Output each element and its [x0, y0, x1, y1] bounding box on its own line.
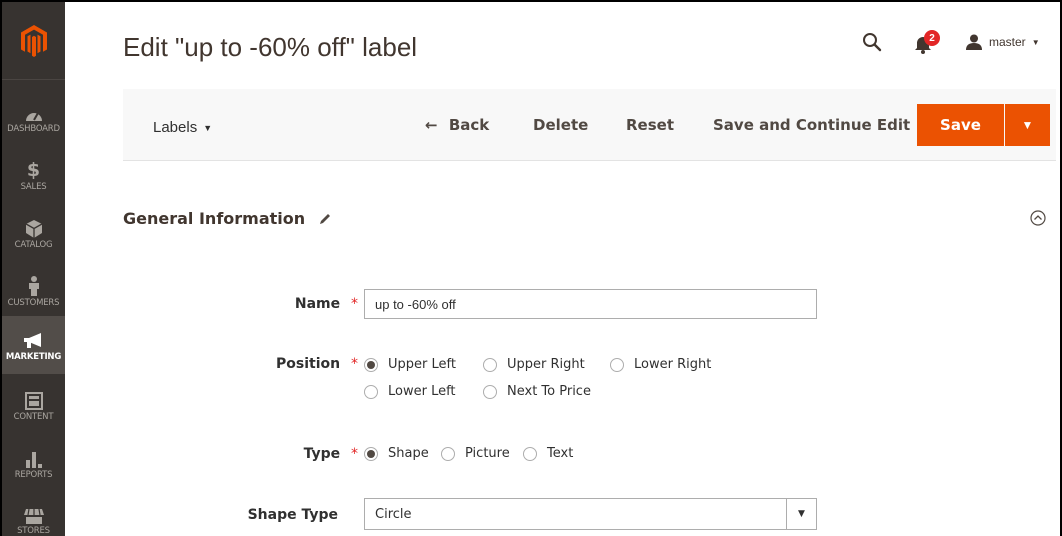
bar-chart-icon [25, 446, 43, 468]
type-shape-radio[interactable]: Shape [364, 446, 429, 461]
radio-label: Lower Right [634, 357, 712, 372]
sidebar-item-sales[interactable]: $ SALES [2, 146, 65, 204]
sidebar-item-stores[interactable]: STORES [2, 490, 65, 536]
radio-unselected-icon [364, 384, 378, 399]
type-label-text: Type [303, 446, 341, 462]
reset-button[interactable]: Reset [626, 116, 674, 134]
magento-logo[interactable] [2, 2, 65, 80]
labels-dropdown[interactable]: Labels ▼ [153, 119, 212, 136]
sidebar-item-reports[interactable]: REPORTS [2, 434, 65, 492]
search-icon[interactable] [862, 32, 882, 57]
page-actions-toolbar: Labels ▼ ← Back Delete Reset Save and Co… [123, 89, 1056, 161]
app-frame: DASHBOARD $ SALES CATALOG CUSTOMERS MARK… [0, 0, 1062, 536]
sidebar-item-customers[interactable]: CUSTOMERS [2, 262, 65, 320]
sidebar-item-marketing[interactable]: MARKETING [2, 316, 65, 374]
user-name: master [989, 35, 1026, 49]
delete-button[interactable]: Delete [533, 116, 588, 134]
sidebar-item-dashboard[interactable]: DASHBOARD [2, 88, 65, 146]
radio-label: Upper Right [507, 357, 585, 372]
chevron-down-icon: ▼ [203, 122, 213, 133]
megaphone-icon [23, 328, 45, 350]
position-label-text: Position [276, 356, 341, 372]
magento-logo-icon [20, 24, 47, 57]
radio-unselected-icon [610, 357, 624, 372]
name-field-label: Name * [262, 296, 358, 312]
radio-label: Text [547, 446, 574, 461]
radio-label: Lower Left [388, 384, 456, 399]
required-indicator: * [351, 446, 358, 462]
box-icon [25, 216, 42, 238]
name-label-text: Name [294, 296, 341, 312]
admin-sidebar: DASHBOARD $ SALES CATALOG CUSTOMERS MARK… [2, 2, 65, 536]
position-next-to-price-radio[interactable]: Next To Price [483, 384, 591, 399]
save-options-toggle[interactable]: ▼ [1005, 104, 1050, 146]
dashboard-icon [25, 100, 43, 122]
select-arrow-icon: ▼ [786, 499, 816, 529]
type-text-radio[interactable]: Text [523, 446, 573, 461]
dollar-icon: $ [26, 159, 41, 181]
person-icon [28, 274, 40, 296]
chevron-down-icon: ▼ [1031, 37, 1040, 47]
arrow-left-icon: ← [425, 116, 438, 134]
radio-label: Picture [465, 446, 510, 461]
sidebar-item-label: CATALOG [14, 240, 53, 250]
required-indicator: * [351, 296, 358, 312]
sidebar-item-label: CUSTOMERS [7, 298, 60, 308]
back-button-label: Back [448, 116, 490, 134]
layout-icon [24, 388, 43, 410]
position-lower-right-radio[interactable]: Lower Right [610, 357, 711, 372]
notifications-button[interactable]: 2 [914, 30, 944, 54]
caret-down-icon: ▼ [1021, 118, 1034, 132]
user-menu[interactable]: master ▼ [965, 34, 1040, 50]
position-lower-left-radio[interactable]: Lower Left [364, 384, 456, 399]
position-upper-right-radio[interactable]: Upper Right [483, 357, 585, 372]
notification-count-badge: 2 [924, 30, 940, 46]
section-title[interactable]: General Information [123, 209, 331, 228]
radio-selected-icon [364, 357, 378, 372]
radio-unselected-icon [483, 357, 497, 372]
sidebar-item-label: CONTENT [13, 412, 54, 422]
sidebar-item-label: DASHBOARD [7, 124, 60, 134]
page-title: Edit "up to -60% off" label [123, 32, 418, 62]
sidebar-item-label: MARKETING [5, 352, 62, 362]
radio-unselected-icon [483, 384, 497, 399]
save-button[interactable]: Save [917, 104, 1004, 146]
labels-dropdown-label: Labels [153, 119, 198, 136]
sidebar-item-content[interactable]: CONTENT [2, 376, 65, 434]
store-icon [23, 502, 44, 524]
radio-label: Next To Price [507, 384, 591, 399]
radio-unselected-icon [523, 446, 537, 461]
type-field-label: Type * [262, 446, 358, 462]
sidebar-item-label: STORES [17, 526, 50, 536]
user-icon [966, 34, 982, 50]
position-upper-left-radio[interactable]: Upper Left [364, 357, 456, 372]
radio-label: Shape [388, 446, 429, 461]
type-picture-radio[interactable]: Picture [441, 446, 510, 461]
collapse-section-icon[interactable] [1030, 210, 1046, 231]
shape-type-field-label: Shape Type [247, 507, 338, 523]
sidebar-item-catalog[interactable]: CATALOG [2, 204, 65, 262]
radio-label: Upper Left [388, 357, 456, 372]
back-button[interactable]: ← Back [425, 116, 489, 134]
save-and-continue-button[interactable]: Save and Continue Edit [713, 116, 910, 134]
sidebar-item-label: REPORTS [14, 470, 53, 480]
sidebar-item-label: SALES [20, 182, 47, 192]
radio-unselected-icon [441, 446, 455, 461]
pencil-icon [320, 213, 331, 224]
radio-selected-icon [364, 446, 378, 461]
shape-type-select[interactable]: Circle ▼ [364, 498, 817, 530]
section-title-text: General Information [123, 209, 306, 228]
required-indicator: * [351, 356, 358, 372]
name-input[interactable] [364, 289, 817, 319]
position-field-label: Position * [242, 356, 358, 372]
shape-type-selected-value: Circle [375, 506, 412, 522]
